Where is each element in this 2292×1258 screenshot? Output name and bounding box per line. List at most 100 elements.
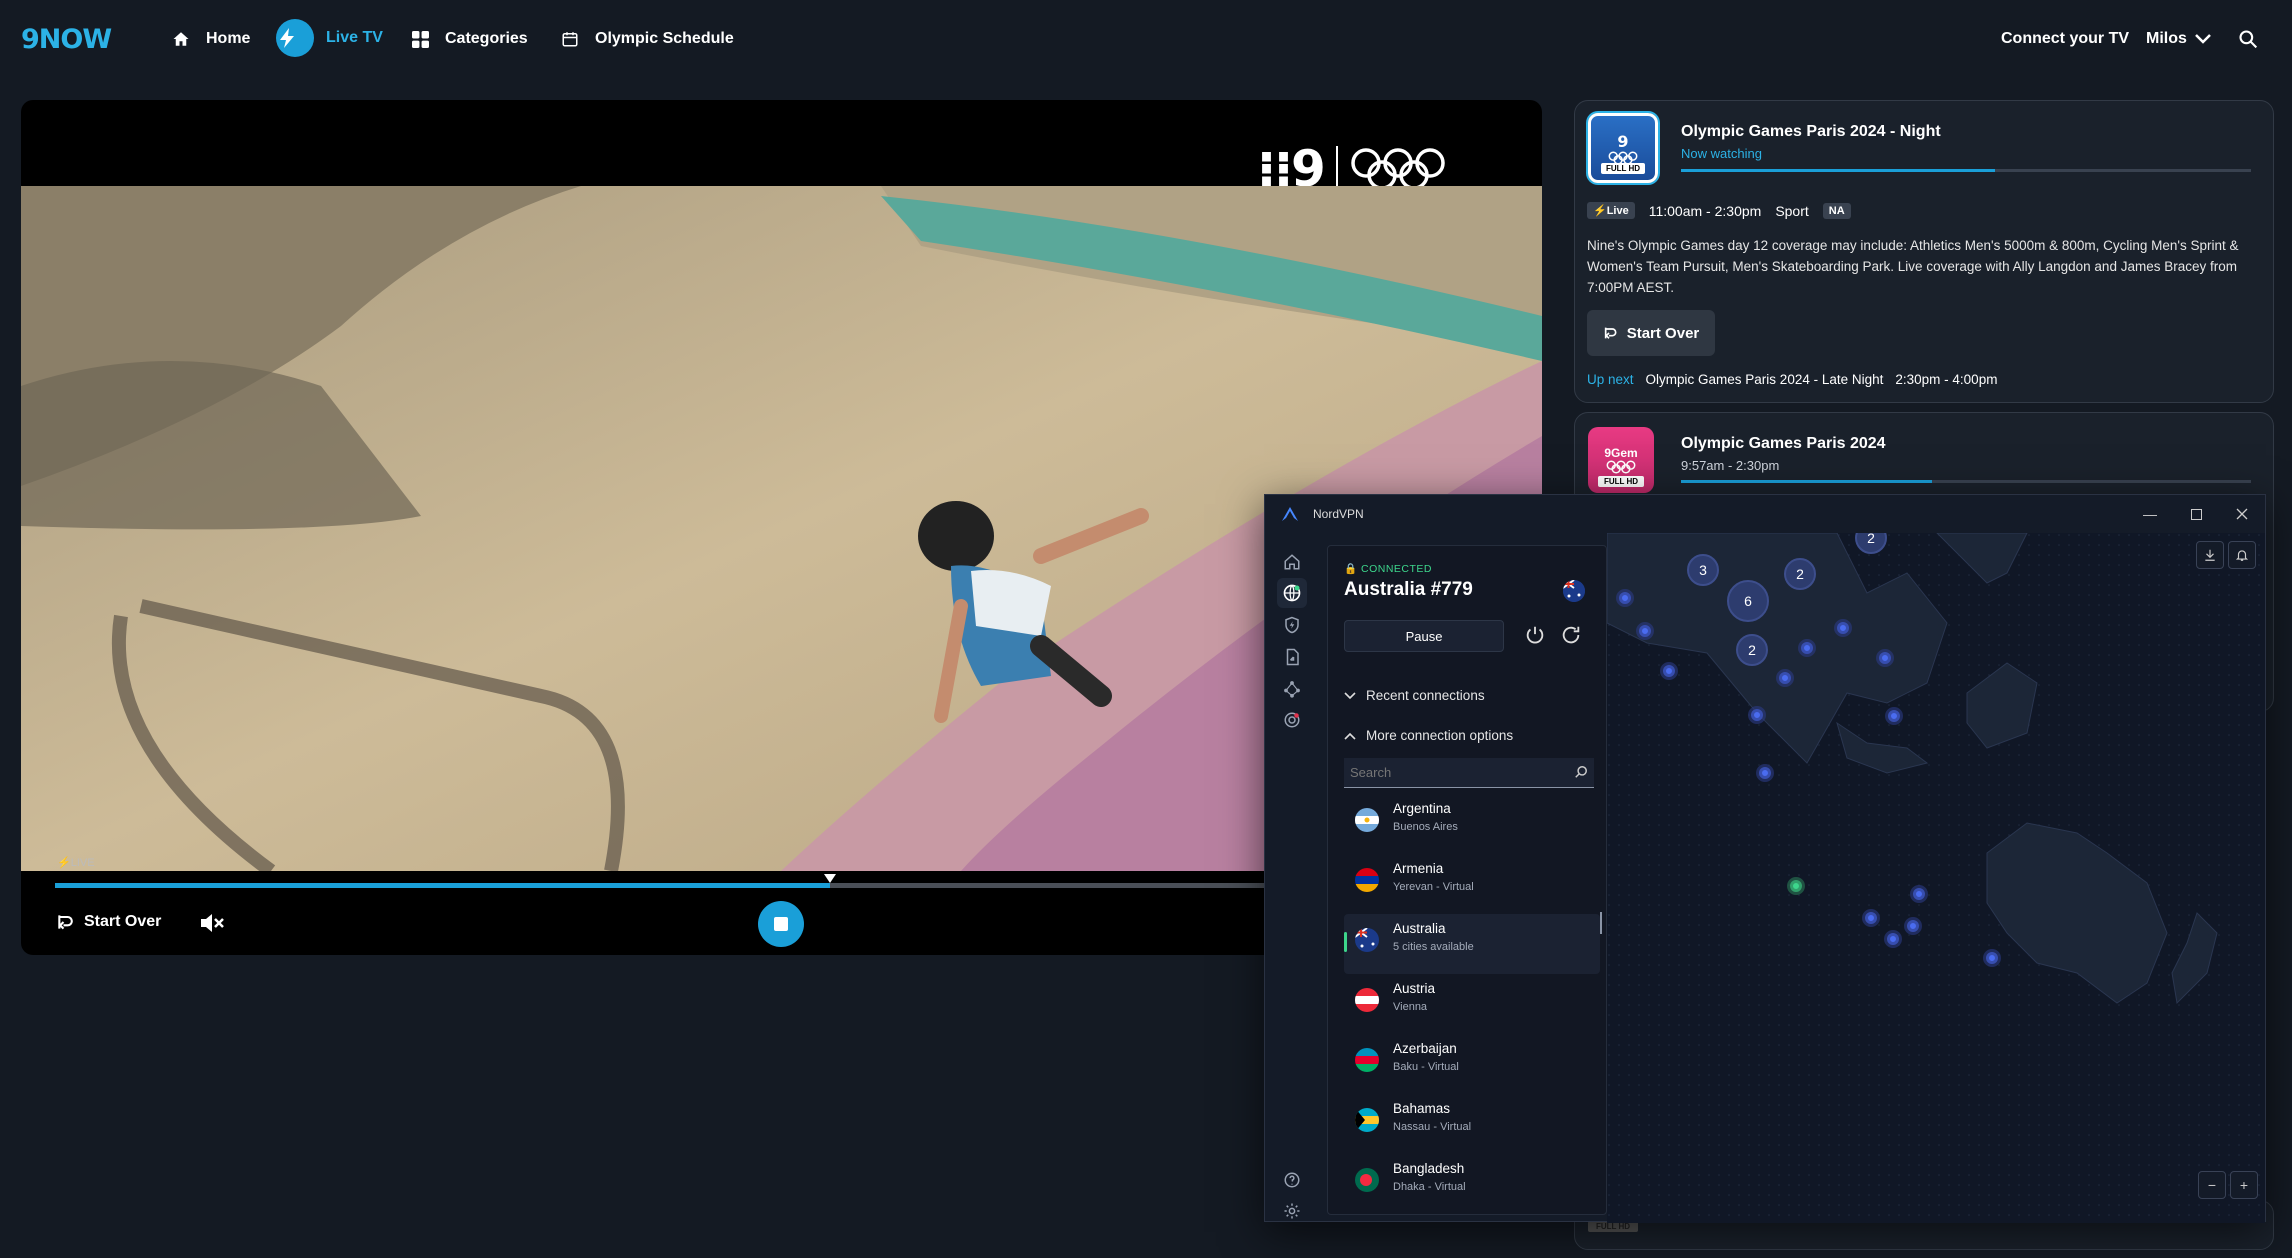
vpn-titlebar[interactable]: NordVPN — (1265, 495, 2265, 533)
nav-schedule-label: Olympic Schedule (595, 30, 734, 47)
target-icon (1284, 712, 1300, 728)
stop-button[interactable] (758, 901, 804, 947)
country-search-input[interactable] (1350, 765, 1550, 780)
azerbaijan-flag-icon (1355, 1048, 1379, 1072)
program-title: Olympic Games Paris 2024 (1681, 435, 1886, 452)
9now-logo[interactable]: 9NOW (21, 24, 112, 55)
search-button[interactable] (2238, 22, 2274, 56)
mute-button[interactable] (199, 912, 225, 939)
country-name: Bahamas (1393, 1101, 1451, 1116)
more-options-toggle[interactable]: More connection options (1344, 728, 1513, 743)
cluster-count: 3 (1699, 562, 1707, 578)
country-name: Azerbaijan (1393, 1041, 1457, 1056)
connection-status: 🔒 CONNECTED (1344, 563, 1433, 575)
nav-olympic-schedule[interactable]: Olympic Schedule (561, 22, 734, 56)
zoom-in-button[interactable]: + (2230, 1171, 2258, 1199)
country-city: 5 cities available (1393, 941, 1474, 953)
notifications-button[interactable] (2228, 541, 2256, 569)
country-row-bahamas[interactable]: Bahamas Nassau - Virtual (1344, 1094, 1600, 1154)
progress-fill (55, 883, 830, 888)
close-button[interactable] (2219, 495, 2265, 533)
vpn-threat-button[interactable] (1277, 610, 1307, 640)
top-nav: 9NOW Home Live TV Categories Olympic Sch… (0, 0, 2292, 77)
vpn-meshnet-button[interactable] (1277, 674, 1307, 704)
thumb-channel-name: 9Gem (1604, 446, 1638, 460)
vpn-file-button[interactable] (1277, 642, 1307, 672)
connect-tv-link[interactable]: Connect your TV (2001, 22, 2129, 56)
program-card-now[interactable]: 9 FULL HD Olympic Games Paris 2024 - Nig… (1574, 100, 2274, 403)
user-menu[interactable]: Milos (2146, 22, 2227, 56)
program-progress-fill (1681, 480, 1932, 483)
home-icon (173, 32, 189, 46)
server-map[interactable]: 3 2 6 2 2 − + (1607, 533, 2265, 1223)
vpn-darkweb-button[interactable] (1277, 705, 1307, 735)
full-hd-badge: FULL HD (1601, 163, 1645, 174)
maximize-icon (2190, 508, 2202, 520)
channel-thumb-nine: 9 FULL HD (1588, 113, 1658, 183)
world-map: 3 2 6 2 2 (1607, 533, 2265, 1223)
nav-live-tv[interactable]: Live TV (276, 18, 383, 58)
country-name: Argentina (1393, 801, 1451, 816)
country-city: Nassau - Virtual (1393, 1121, 1472, 1133)
country-search[interactable] (1344, 758, 1594, 788)
reconnect-button[interactable] (1560, 624, 1582, 651)
nav-categories[interactable]: Categories (412, 22, 528, 56)
nav-categories-label: Categories (445, 30, 528, 47)
user-name: Milos (2146, 30, 2187, 47)
program-meta: ⚡Live 11:00am - 2:30pm Sport NA (1587, 202, 1851, 219)
disconnect-button[interactable] (1524, 624, 1546, 651)
country-city: Buenos Aires (1393, 821, 1458, 833)
grid-icon (412, 30, 429, 48)
file-share-icon (1286, 648, 1299, 666)
restart-icon (1604, 327, 1617, 339)
maximize-button[interactable] (2173, 495, 2219, 533)
program-time: 11:00am - 2:30pm (1648, 202, 1762, 219)
live-badge-label: Live (1606, 205, 1629, 217)
country-name: Austria (1393, 981, 1436, 996)
shield-bolt-icon (1285, 616, 1299, 634)
globe-icon (1283, 584, 1301, 602)
connection-panel: 🔒 CONNECTED Australia #779 Pause Recent … (1327, 545, 1607, 1215)
vpn-home-button[interactable] (1277, 547, 1307, 577)
country-city: Vienna (1393, 1001, 1428, 1013)
gear-icon (1284, 1203, 1300, 1219)
vpn-help-button[interactable] (1277, 1165, 1307, 1195)
country-row-australia[interactable]: Australia 5 cities available (1344, 914, 1600, 974)
country-city: Baku - Virtual (1393, 1061, 1459, 1073)
now-watching-label: Now watching (1681, 146, 1762, 161)
vpn-globe-button[interactable] (1277, 578, 1307, 608)
nav-home[interactable]: Home (172, 22, 250, 56)
list-scrollbar[interactable] (1600, 912, 1602, 934)
start-over-button[interactable]: Start Over (56, 912, 161, 932)
volume-muted-icon (201, 914, 224, 932)
card-start-over-button[interactable]: Start Over (1587, 310, 1715, 356)
live-tag-label: LIVE (70, 857, 95, 869)
refresh-icon (1562, 626, 1580, 644)
start-over-label: Start Over (84, 913, 162, 930)
country-row-azerbaijan[interactable]: Azerbaijan Baku - Virtual (1344, 1034, 1600, 1094)
connection-status-label: CONNECTED (1361, 563, 1433, 575)
country-row-armenia[interactable]: Armenia Yerevan - Virtual (1344, 854, 1600, 914)
help-icon (1284, 1172, 1300, 1188)
country-row-bangladesh[interactable]: Bangladesh Dhaka - Virtual (1344, 1154, 1600, 1214)
zoom-out-button[interactable]: − (2198, 1171, 2226, 1199)
vpn-settings-button[interactable] (1277, 1196, 1307, 1226)
full-hd-badge: FULL HD (1598, 476, 1644, 487)
vpn-window-title: NordVPN (1313, 507, 1364, 521)
nordvpn-window[interactable]: NordVPN — 🔒 CONNECTED Australia #779 Pau… (1264, 494, 2266, 1223)
recent-connections-toggle[interactable]: Recent connections (1344, 688, 1485, 703)
pause-button[interactable]: Pause (1344, 620, 1504, 652)
olympic-rings-icon (1606, 460, 1636, 474)
download-button[interactable] (2196, 541, 2224, 569)
program-time: 9:57am - 2:30pm (1681, 458, 1780, 473)
meshnet-icon (1284, 681, 1300, 698)
program-progress (1681, 169, 2251, 172)
country-list: Argentina Buenos Aires Armenia Yerevan -… (1344, 794, 1600, 1214)
country-row-argentina[interactable]: Argentina Buenos Aires (1344, 794, 1600, 854)
minimize-button[interactable]: — (2127, 495, 2173, 533)
progress-handle[interactable] (823, 874, 836, 883)
minimize-icon: — (2143, 506, 2157, 522)
nordvpn-logo-icon (1282, 507, 1298, 521)
country-row-austria[interactable]: Austria Vienna (1344, 974, 1600, 1034)
search-icon (1575, 766, 1587, 778)
